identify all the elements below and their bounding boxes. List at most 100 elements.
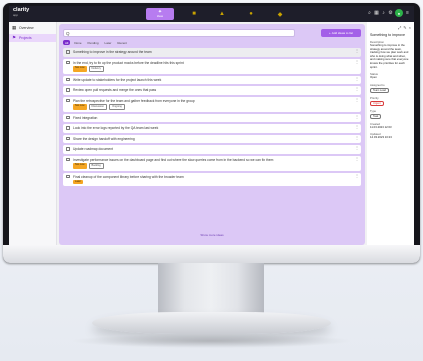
idea-text: Something to improve in the strategy aro… — [73, 50, 152, 54]
priority-pill[interactable]: Urgent — [370, 100, 384, 106]
topnav-folder-icon[interactable]: ■ — [189, 9, 199, 19]
row-checkbox[interactable] — [66, 115, 70, 120]
row-checkbox[interactable] — [66, 98, 70, 103]
idea-row[interactable]: Review open pull requests and merge the … — [63, 86, 361, 95]
topnav-ideas-label: Ideas — [156, 15, 164, 18]
filter-chip[interactable]: Recent — [115, 40, 129, 45]
created-value: 11.03.2023 12:03 — [370, 124, 392, 129]
assignee-label: Assigned to — [370, 82, 385, 87]
row-checkbox[interactable] — [66, 147, 70, 151]
plus-icon: + — [329, 31, 331, 35]
topnav-ideas[interactable]: ✦ Ideas — [146, 8, 174, 20]
more-options-icon[interactable]: ⋮ — [355, 125, 359, 130]
idea-text: Update roadmap document — [73, 147, 113, 152]
bell-icon[interactable]: ♪ — [381, 10, 386, 16]
topnav-tasks-icon[interactable]: ▲ — [217, 9, 227, 19]
add-ideas-button[interactable]: + Add ideas to list — [321, 29, 361, 37]
show-more-link[interactable]: Show more ideas — [59, 233, 365, 237]
idea-row[interactable]: Look into the error logs reported by the… — [63, 124, 361, 133]
type-pill[interactable]: Task — [370, 113, 382, 119]
sidebar-item-overview[interactable]: ▦ Overview — [9, 24, 56, 32]
expand-icon[interactable]: ⤢ — [398, 25, 401, 30]
row-checkbox[interactable] — [66, 50, 70, 54]
idea-row[interactable]: Share the design handoff with engineerin… — [63, 134, 361, 144]
more-options-icon[interactable]: ⋮ — [355, 59, 359, 65]
row-checkbox[interactable] — [66, 136, 70, 141]
filter-chip[interactable]: Done — [72, 40, 83, 45]
description-text: Something to improve in the strategy aro… — [370, 43, 409, 69]
priority-label: Priority — [370, 95, 379, 100]
grid-icon: ▦ — [12, 25, 17, 30]
idea-text: In the end, try to fix up the product mo… — [73, 60, 184, 65]
topnav-calendar-icon[interactable]: ● — [246, 9, 256, 19]
idea-list: Something to improve in the strategy aro… — [63, 48, 361, 188]
detail-panel: ⤢ ✎ × Something to improve Description S… — [367, 22, 414, 245]
more-options-icon[interactable]: ⋮ — [355, 48, 359, 54]
sidebar-item-projects[interactable]: ⚑ Projects — [9, 34, 56, 42]
edit-icon[interactable]: ✎ — [403, 25, 406, 30]
updated-value: 14.03.2023 10:23 — [370, 135, 392, 140]
grid-icon[interactable]: ▦ — [374, 10, 379, 16]
idea-tag: Not now — [73, 163, 87, 169]
panel-title: Something to improve — [370, 33, 405, 37]
more-options-icon[interactable]: ⋮ — [355, 173, 359, 179]
idea-row[interactable]: Plan the retrospective for the team and … — [63, 96, 361, 112]
idea-tag: Backlog — [88, 163, 104, 169]
idea-tags: Later — [73, 180, 351, 184]
row-checkbox[interactable] — [66, 126, 70, 130]
row-checkbox[interactable] — [66, 174, 70, 179]
idea-row[interactable]: Write update to stakeholders for the pro… — [63, 75, 361, 85]
menu-icon[interactable]: ≡ — [405, 10, 410, 16]
monitor-chin — [3, 245, 420, 263]
more-options-icon[interactable]: ⋮ — [355, 146, 359, 151]
idea-row[interactable]: Update roadmap document ⋮ — [63, 145, 361, 154]
idea-tags: Not now Discussion Ongoing — [73, 104, 351, 110]
monitor: clarity app ✦ Ideas ■ ▲ ● ◆ ⌕ ▦ ♪ ⚙ ● ≡ … — [3, 3, 420, 263]
idea-text: Share the design handoff with engineerin… — [73, 136, 135, 141]
row-checkbox[interactable] — [66, 77, 70, 82]
more-options-icon[interactable]: ⋮ — [355, 76, 359, 82]
sidebar: ▦ Overview ⚑ Projects — [9, 22, 57, 245]
top-bar: clarity app ✦ Ideas ■ ▲ ● ◆ ⌕ ▦ ♪ ⚙ ● ≡ — [9, 6, 414, 22]
row-checkbox[interactable] — [66, 88, 70, 92]
more-options-icon[interactable]: ⋮ — [355, 135, 359, 141]
monitor-neck — [158, 263, 264, 315]
filter-chips: All Done Pending Later Recent — [63, 40, 129, 45]
more-options-icon[interactable]: ⋮ — [355, 156, 359, 162]
filter-chip[interactable]: Pending — [86, 40, 101, 45]
idea-text: Investigate performance issues on the da… — [73, 157, 274, 162]
type-label: Type — [370, 108, 377, 113]
idea-row[interactable]: Fixed integration ⋮ — [63, 113, 361, 123]
row-checkbox[interactable] — [66, 60, 70, 64]
search-icon[interactable]: ⌕ — [367, 10, 372, 16]
idea-row[interactable]: Something to improve in the strategy aro… — [63, 48, 361, 57]
app-logo[interactable]: clarity app — [13, 7, 29, 18]
idea-tags: Not now Backlog — [73, 163, 351, 169]
idea-tag: Later — [73, 180, 83, 184]
status-value[interactable]: Open — [370, 76, 411, 80]
topnav-chart-icon[interactable]: ◆ — [275, 9, 285, 19]
idea-tags: Not now Delivery — [73, 66, 351, 72]
idea-row[interactable]: In the end, try to fix up the product mo… — [63, 58, 361, 74]
assignee-pill[interactable]: Team Lead — [370, 87, 389, 93]
sidebar-item-label: Overview — [19, 26, 34, 30]
filter-chip[interactable]: All — [63, 40, 71, 45]
floor-shadow — [70, 334, 353, 348]
monitor-base — [92, 312, 331, 334]
search-input[interactable]: Q — [63, 29, 295, 37]
close-icon[interactable]: × — [409, 25, 411, 30]
row-checkbox[interactable] — [66, 157, 70, 162]
avatar[interactable]: ● — [395, 9, 403, 17]
search-value: Q — [66, 30, 70, 36]
sidebar-item-label: Projects — [19, 36, 32, 40]
more-options-icon[interactable]: ⋮ — [355, 114, 359, 120]
filter-chip[interactable]: Later — [103, 40, 114, 45]
more-options-icon[interactable]: ⋮ — [355, 87, 359, 92]
settings-icon[interactable]: ⚙ — [388, 10, 393, 16]
app-subtitle: app — [13, 13, 19, 17]
ideas-board: Q + Add ideas to list All Done Pending L… — [59, 24, 365, 245]
idea-text: Fixed integration — [73, 115, 98, 120]
idea-row[interactable]: Final cleanup of the component library b… — [63, 172, 361, 186]
idea-row[interactable]: Investigate performance issues on the da… — [63, 155, 361, 171]
more-options-icon[interactable]: ⋮ — [355, 97, 359, 103]
